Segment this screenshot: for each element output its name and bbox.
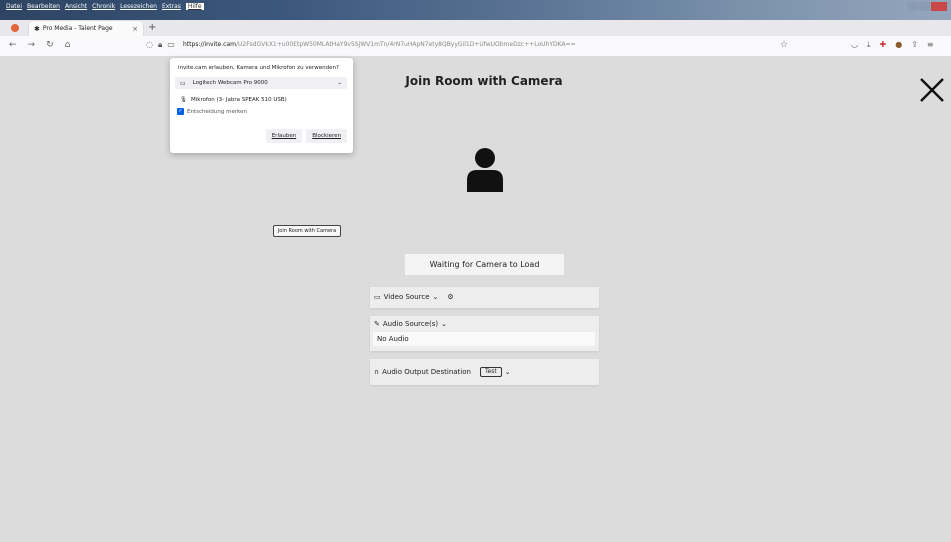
new-tab-icon[interactable]: +: [148, 22, 156, 33]
chevron-down-icon[interactable]: ⌄: [505, 368, 511, 376]
user-avatar-icon: [467, 148, 503, 192]
menu-chronik[interactable]: Chronik: [92, 3, 115, 10]
video-source-row[interactable]: ▭ Video Source ⌄ ⚙: [374, 293, 454, 301]
camera-icon: ▭: [180, 79, 186, 87]
remember-decision-row[interactable]: ✓ Entscheidung merken: [177, 108, 247, 115]
audio-source-label: Audio Source(s): [382, 320, 439, 328]
audio-output-label: Audio Output Destination: [382, 368, 471, 376]
camera-device-label: Logitech Webcam Pro 9000: [192, 80, 268, 86]
audio-source-select[interactable]: No Audio: [373, 332, 595, 346]
chevron-down-icon[interactable]: ⌄: [433, 293, 439, 301]
video-camera-icon: ▭: [374, 293, 381, 301]
extension-icon-2[interactable]: ●: [895, 40, 902, 50]
home-icon[interactable]: ⌂: [65, 40, 71, 50]
maximize-button[interactable]: [919, 2, 930, 11]
extension-icon[interactable]: ✚: [880, 40, 887, 50]
menu-extras[interactable]: Extras: [162, 3, 181, 10]
menu-hilfe[interactable]: Hilfe: [185, 3, 204, 10]
share-icon[interactable]: ⇪: [911, 40, 918, 50]
url-path: /U2FsdGVkX1+u00EtpW50MLAtHaY9v5SjWV1mTn/…: [235, 41, 576, 48]
remember-checkbox[interactable]: ✓: [177, 108, 184, 115]
video-source-panel: ▭ Video Source ⌄ ⚙: [370, 287, 599, 308]
chevron-down-icon: ⌄: [337, 80, 342, 86]
window-titlebar: Datei Bearbeiten Ansicht Chronik Lesezei…: [0, 0, 951, 20]
reload-icon[interactable]: ↻: [46, 40, 54, 50]
navigation-bar: ← → ↻ ⌂ ◌ 🔒︎ ▭ https://invite.cam/U2FsdG…: [0, 36, 951, 57]
audio-output-row[interactable]: ∩ Audio Output Destination Test ⌄: [374, 367, 511, 377]
chevron-down-icon[interactable]: ⌄: [441, 320, 447, 328]
tab-title: Pro Media - Talent Page: [42, 25, 113, 32]
join-room-button[interactable]: Join Room with Camera: [273, 225, 341, 237]
permission-popup: invite.cam erlauben, Kamera und Mikrofon…: [170, 58, 353, 153]
microphone-icon: ✎: [374, 320, 380, 328]
permission-buttons: Erlauben Blockieren: [265, 129, 347, 143]
camera-select[interactable]: ▭ Logitech Webcam Pro 9000 ⌄: [175, 77, 347, 89]
toolbar-icons: ◡ ⤓ ✚ ● ⇪ ≡: [851, 40, 934, 50]
firefox-icon[interactable]: [11, 24, 19, 32]
window-controls: [906, 2, 947, 11]
allow-button[interactable]: Erlauben: [265, 129, 303, 143]
test-button[interactable]: Test: [479, 367, 502, 377]
waiting-camera-button[interactable]: Waiting for Camera to Load: [405, 254, 564, 275]
close-icon[interactable]: [918, 76, 946, 104]
camera-permission-icon[interactable]: ▭: [167, 40, 175, 50]
microphone-row: 🎙︎ Mikrofon (3- Jabra SPEAK 510 USB): [180, 97, 287, 103]
download-icon[interactable]: ⤓: [867, 40, 871, 50]
menu-icon[interactable]: ≡: [927, 40, 934, 50]
favicon-icon: ✱: [34, 24, 40, 33]
nav-buttons: ← → ↻ ⌂: [9, 40, 70, 50]
menu-datei[interactable]: Datei: [6, 3, 22, 10]
minimize-button[interactable]: [907, 2, 918, 11]
address-bar[interactable]: https://invite.cam/U2FsdGVkX1+u00EtpW50M…: [183, 41, 743, 48]
tab-close-icon[interactable]: ×: [132, 25, 138, 33]
shield-icon[interactable]: ◌: [146, 40, 153, 50]
microphone-device-label: Mikrofon (3- Jabra SPEAK 510 USB): [190, 97, 287, 103]
permission-question: invite.cam erlauben, Kamera und Mikrofon…: [178, 65, 339, 71]
pocket-icon[interactable]: ◡: [851, 40, 858, 50]
bookmark-star-icon[interactable]: ☆: [780, 40, 788, 50]
tab-strip: ✱ Pro Media - Talent Page × +: [0, 20, 951, 36]
page-title: Join Room with Camera: [405, 74, 563, 88]
gear-icon[interactable]: ⚙: [447, 293, 453, 301]
window-close-button[interactable]: [931, 2, 947, 11]
audio-source-panel: ✎ Audio Source(s) ⌄ No Audio: [370, 316, 599, 351]
video-source-label: Video Source: [383, 293, 430, 301]
tab-pro-media[interactable]: ✱ Pro Media - Talent Page ×: [29, 21, 143, 36]
headphones-icon: ∩: [374, 368, 380, 376]
menu-bearbeiten[interactable]: Bearbeiten: [27, 3, 60, 10]
forward-icon[interactable]: →: [28, 40, 36, 50]
lock-icon[interactable]: 🔒︎: [158, 40, 162, 50]
menu-bar: Datei Bearbeiten Ansicht Chronik Lesezei…: [6, 3, 204, 10]
block-button[interactable]: Blockieren: [306, 129, 347, 143]
audio-source-row[interactable]: ✎ Audio Source(s) ⌄: [374, 320, 447, 328]
menu-ansicht[interactable]: Ansicht: [65, 3, 87, 10]
url-security-icons: ◌ 🔒︎ ▭: [146, 40, 175, 50]
microphone-icon: 🎙︎: [180, 97, 187, 103]
audio-output-panel: ∩ Audio Output Destination Test ⌄: [370, 359, 599, 385]
back-icon[interactable]: ←: [9, 40, 17, 50]
menu-lesezeichen[interactable]: Lesezeichen: [120, 3, 157, 10]
remember-label: Entscheidung merken: [187, 108, 247, 115]
url-domain: https://invite.cam: [183, 41, 236, 48]
